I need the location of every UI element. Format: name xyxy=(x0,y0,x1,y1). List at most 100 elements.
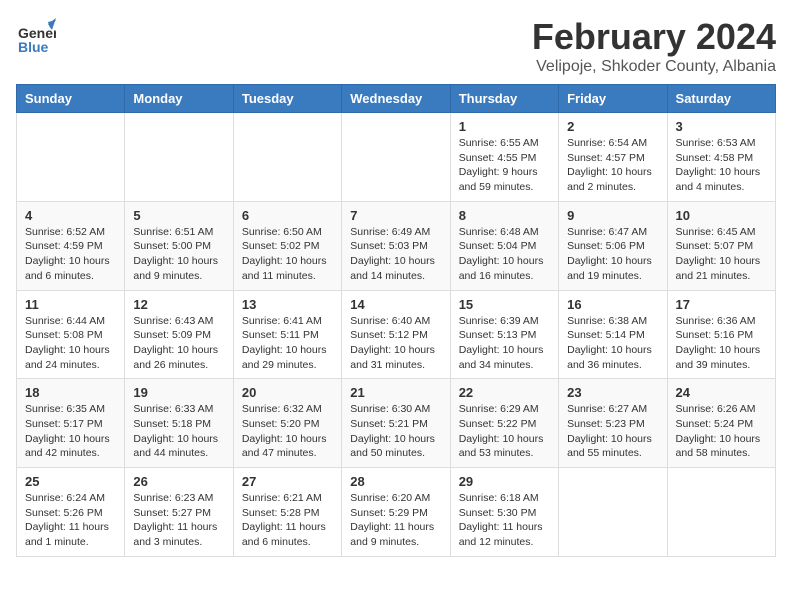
day-info: Sunrise: 6:47 AM Sunset: 5:06 PM Dayligh… xyxy=(567,225,658,284)
calendar-cell: 1 Sunrise: 6:55 AM Sunset: 4:55 PM Daylig… xyxy=(450,113,558,202)
week-row-2: 4 Sunrise: 6:52 AM Sunset: 4:59 PM Daylig… xyxy=(17,201,776,290)
day-number: 5 xyxy=(133,208,224,223)
day-number: 4 xyxy=(25,208,116,223)
title-area: February 2024 Velipoje, Shkoder County, … xyxy=(532,16,776,76)
calendar-cell: 25 Sunrise: 6:24 AM Sunset: 5:26 PM Dayli… xyxy=(17,468,125,557)
day-info: Sunrise: 6:55 AM Sunset: 4:55 PM Dayligh… xyxy=(459,136,550,195)
calendar-cell: 22 Sunrise: 6:29 AM Sunset: 5:22 PM Dayli… xyxy=(450,379,558,468)
day-info: Sunrise: 6:44 AM Sunset: 5:08 PM Dayligh… xyxy=(25,314,116,373)
header: General Blue February 2024 Velipoje, Shk… xyxy=(16,16,776,76)
calendar-cell: 11 Sunrise: 6:44 AM Sunset: 5:08 PM Dayli… xyxy=(17,290,125,379)
day-number: 25 xyxy=(25,474,116,489)
main-title: February 2024 xyxy=(532,16,776,58)
day-info: Sunrise: 6:52 AM Sunset: 4:59 PM Dayligh… xyxy=(25,225,116,284)
day-number: 19 xyxy=(133,385,224,400)
day-number: 17 xyxy=(676,297,767,312)
week-row-5: 25 Sunrise: 6:24 AM Sunset: 5:26 PM Dayli… xyxy=(17,468,776,557)
day-info: Sunrise: 6:45 AM Sunset: 5:07 PM Dayligh… xyxy=(676,225,767,284)
calendar-cell: 15Sunrise: 6:39 AM Sunset: 5:13 PM Dayli… xyxy=(450,290,558,379)
day-number: 10 xyxy=(676,208,767,223)
calendar-cell xyxy=(17,113,125,202)
weekday-header-monday: Monday xyxy=(125,85,233,113)
day-number: 13 xyxy=(242,297,333,312)
day-number: 8 xyxy=(459,208,550,223)
day-info: Sunrise: 6:24 AM Sunset: 5:26 PM Dayligh… xyxy=(25,491,116,550)
day-info: Sunrise: 6:36 AM Sunset: 5:16 PM Dayligh… xyxy=(676,314,767,373)
weekday-header-friday: Friday xyxy=(559,85,667,113)
weekday-header-sunday: Sunday xyxy=(17,85,125,113)
calendar-cell: 2 Sunrise: 6:54 AM Sunset: 4:57 PM Daylig… xyxy=(559,113,667,202)
day-number: 26 xyxy=(133,474,224,489)
calendar-cell: 28Sunrise: 6:20 AM Sunset: 5:29 PM Dayli… xyxy=(342,468,450,557)
calendar-cell xyxy=(233,113,341,202)
calendar-cell: 4 Sunrise: 6:52 AM Sunset: 4:59 PM Daylig… xyxy=(17,201,125,290)
day-info: Sunrise: 6:49 AM Sunset: 5:03 PM Dayligh… xyxy=(350,225,441,284)
day-number: 9 xyxy=(567,208,658,223)
week-row-1: 1 Sunrise: 6:55 AM Sunset: 4:55 PM Daylig… xyxy=(17,113,776,202)
calendar-cell: 26 Sunrise: 6:23 AM Sunset: 5:27 PM Dayli… xyxy=(125,468,233,557)
day-number: 14 xyxy=(350,297,441,312)
calendar-cell xyxy=(125,113,233,202)
calendar-cell: 14 Sunrise: 6:40 AM Sunset: 5:12 PM Dayli… xyxy=(342,290,450,379)
day-info: Sunrise: 6:54 AM Sunset: 4:57 PM Dayligh… xyxy=(567,136,658,195)
calendar-cell: 18 Sunrise: 6:35 AM Sunset: 5:17 PM Dayli… xyxy=(17,379,125,468)
calendar-cell: 3Sunrise: 6:53 AM Sunset: 4:58 PM Daylig… xyxy=(667,113,775,202)
calendar-cell xyxy=(667,468,775,557)
day-number: 22 xyxy=(459,385,550,400)
calendar-cell: 10 Sunrise: 6:45 AM Sunset: 5:07 PM Dayli… xyxy=(667,201,775,290)
day-info: Sunrise: 6:53 AM Sunset: 4:58 PM Dayligh… xyxy=(676,136,767,195)
calendar-cell: 6 Sunrise: 6:50 AM Sunset: 5:02 PM Daylig… xyxy=(233,201,341,290)
day-number: 6 xyxy=(242,208,333,223)
calendar-cell: 29Sunrise: 6:18 AM Sunset: 5:30 PM Dayli… xyxy=(450,468,558,557)
logo-icon: General Blue xyxy=(16,16,56,61)
weekday-header-row: SundayMondayTuesdayWednesdayThursdayFrid… xyxy=(17,85,776,113)
weekday-header-wednesday: Wednesday xyxy=(342,85,450,113)
day-number: 11 xyxy=(25,297,116,312)
calendar-cell: 13 Sunrise: 6:41 AM Sunset: 5:11 PM Dayli… xyxy=(233,290,341,379)
day-number: 21 xyxy=(350,385,441,400)
weekday-header-thursday: Thursday xyxy=(450,85,558,113)
day-number: 28 xyxy=(350,474,441,489)
calendar: SundayMondayTuesdayWednesdayThursdayFrid… xyxy=(16,84,776,557)
day-number: 2 xyxy=(567,119,658,134)
day-info: Sunrise: 6:40 AM Sunset: 5:12 PM Dayligh… xyxy=(350,314,441,373)
calendar-cell: 16Sunrise: 6:38 AM Sunset: 5:14 PM Dayli… xyxy=(559,290,667,379)
sub-title: Velipoje, Shkoder County, Albania xyxy=(532,58,776,76)
day-number: 16 xyxy=(567,297,658,312)
day-info: Sunrise: 6:26 AM Sunset: 5:24 PM Dayligh… xyxy=(676,402,767,461)
calendar-cell: 9 Sunrise: 6:47 AM Sunset: 5:06 PM Daylig… xyxy=(559,201,667,290)
day-info: Sunrise: 6:35 AM Sunset: 5:17 PM Dayligh… xyxy=(25,402,116,461)
day-number: 23 xyxy=(567,385,658,400)
calendar-cell: 7 Sunrise: 6:49 AM Sunset: 5:03 PM Daylig… xyxy=(342,201,450,290)
week-row-3: 11 Sunrise: 6:44 AM Sunset: 5:08 PM Dayli… xyxy=(17,290,776,379)
day-number: 18 xyxy=(25,385,116,400)
day-info: Sunrise: 6:29 AM Sunset: 5:22 PM Dayligh… xyxy=(459,402,550,461)
day-info: Sunrise: 6:50 AM Sunset: 5:02 PM Dayligh… xyxy=(242,225,333,284)
day-number: 29 xyxy=(459,474,550,489)
day-info: Sunrise: 6:32 AM Sunset: 5:20 PM Dayligh… xyxy=(242,402,333,461)
day-number: 1 xyxy=(459,119,550,134)
calendar-cell: 12Sunrise: 6:43 AM Sunset: 5:09 PM Dayli… xyxy=(125,290,233,379)
day-number: 27 xyxy=(242,474,333,489)
day-info: Sunrise: 6:21 AM Sunset: 5:28 PM Dayligh… xyxy=(242,491,333,550)
day-info: Sunrise: 6:30 AM Sunset: 5:21 PM Dayligh… xyxy=(350,402,441,461)
calendar-cell: 20 Sunrise: 6:32 AM Sunset: 5:20 PM Dayli… xyxy=(233,379,341,468)
calendar-cell: 24 Sunrise: 6:26 AM Sunset: 5:24 PM Dayli… xyxy=(667,379,775,468)
calendar-cell: 27 Sunrise: 6:21 AM Sunset: 5:28 PM Dayli… xyxy=(233,468,341,557)
day-info: Sunrise: 6:43 AM Sunset: 5:09 PM Dayligh… xyxy=(133,314,224,373)
day-number: 7 xyxy=(350,208,441,223)
weekday-header-saturday: Saturday xyxy=(667,85,775,113)
day-info: Sunrise: 6:41 AM Sunset: 5:11 PM Dayligh… xyxy=(242,314,333,373)
day-number: 24 xyxy=(676,385,767,400)
day-number: 15 xyxy=(459,297,550,312)
calendar-cell: 21 Sunrise: 6:30 AM Sunset: 5:21 PM Dayli… xyxy=(342,379,450,468)
svg-text:Blue: Blue xyxy=(18,39,49,55)
day-info: Sunrise: 6:33 AM Sunset: 5:18 PM Dayligh… xyxy=(133,402,224,461)
calendar-cell: 17 Sunrise: 6:36 AM Sunset: 5:16 PM Dayli… xyxy=(667,290,775,379)
logo: General Blue xyxy=(16,16,56,61)
day-info: Sunrise: 6:23 AM Sunset: 5:27 PM Dayligh… xyxy=(133,491,224,550)
calendar-cell: 19 Sunrise: 6:33 AM Sunset: 5:18 PM Dayli… xyxy=(125,379,233,468)
calendar-cell xyxy=(342,113,450,202)
day-number: 20 xyxy=(242,385,333,400)
day-info: Sunrise: 6:27 AM Sunset: 5:23 PM Dayligh… xyxy=(567,402,658,461)
